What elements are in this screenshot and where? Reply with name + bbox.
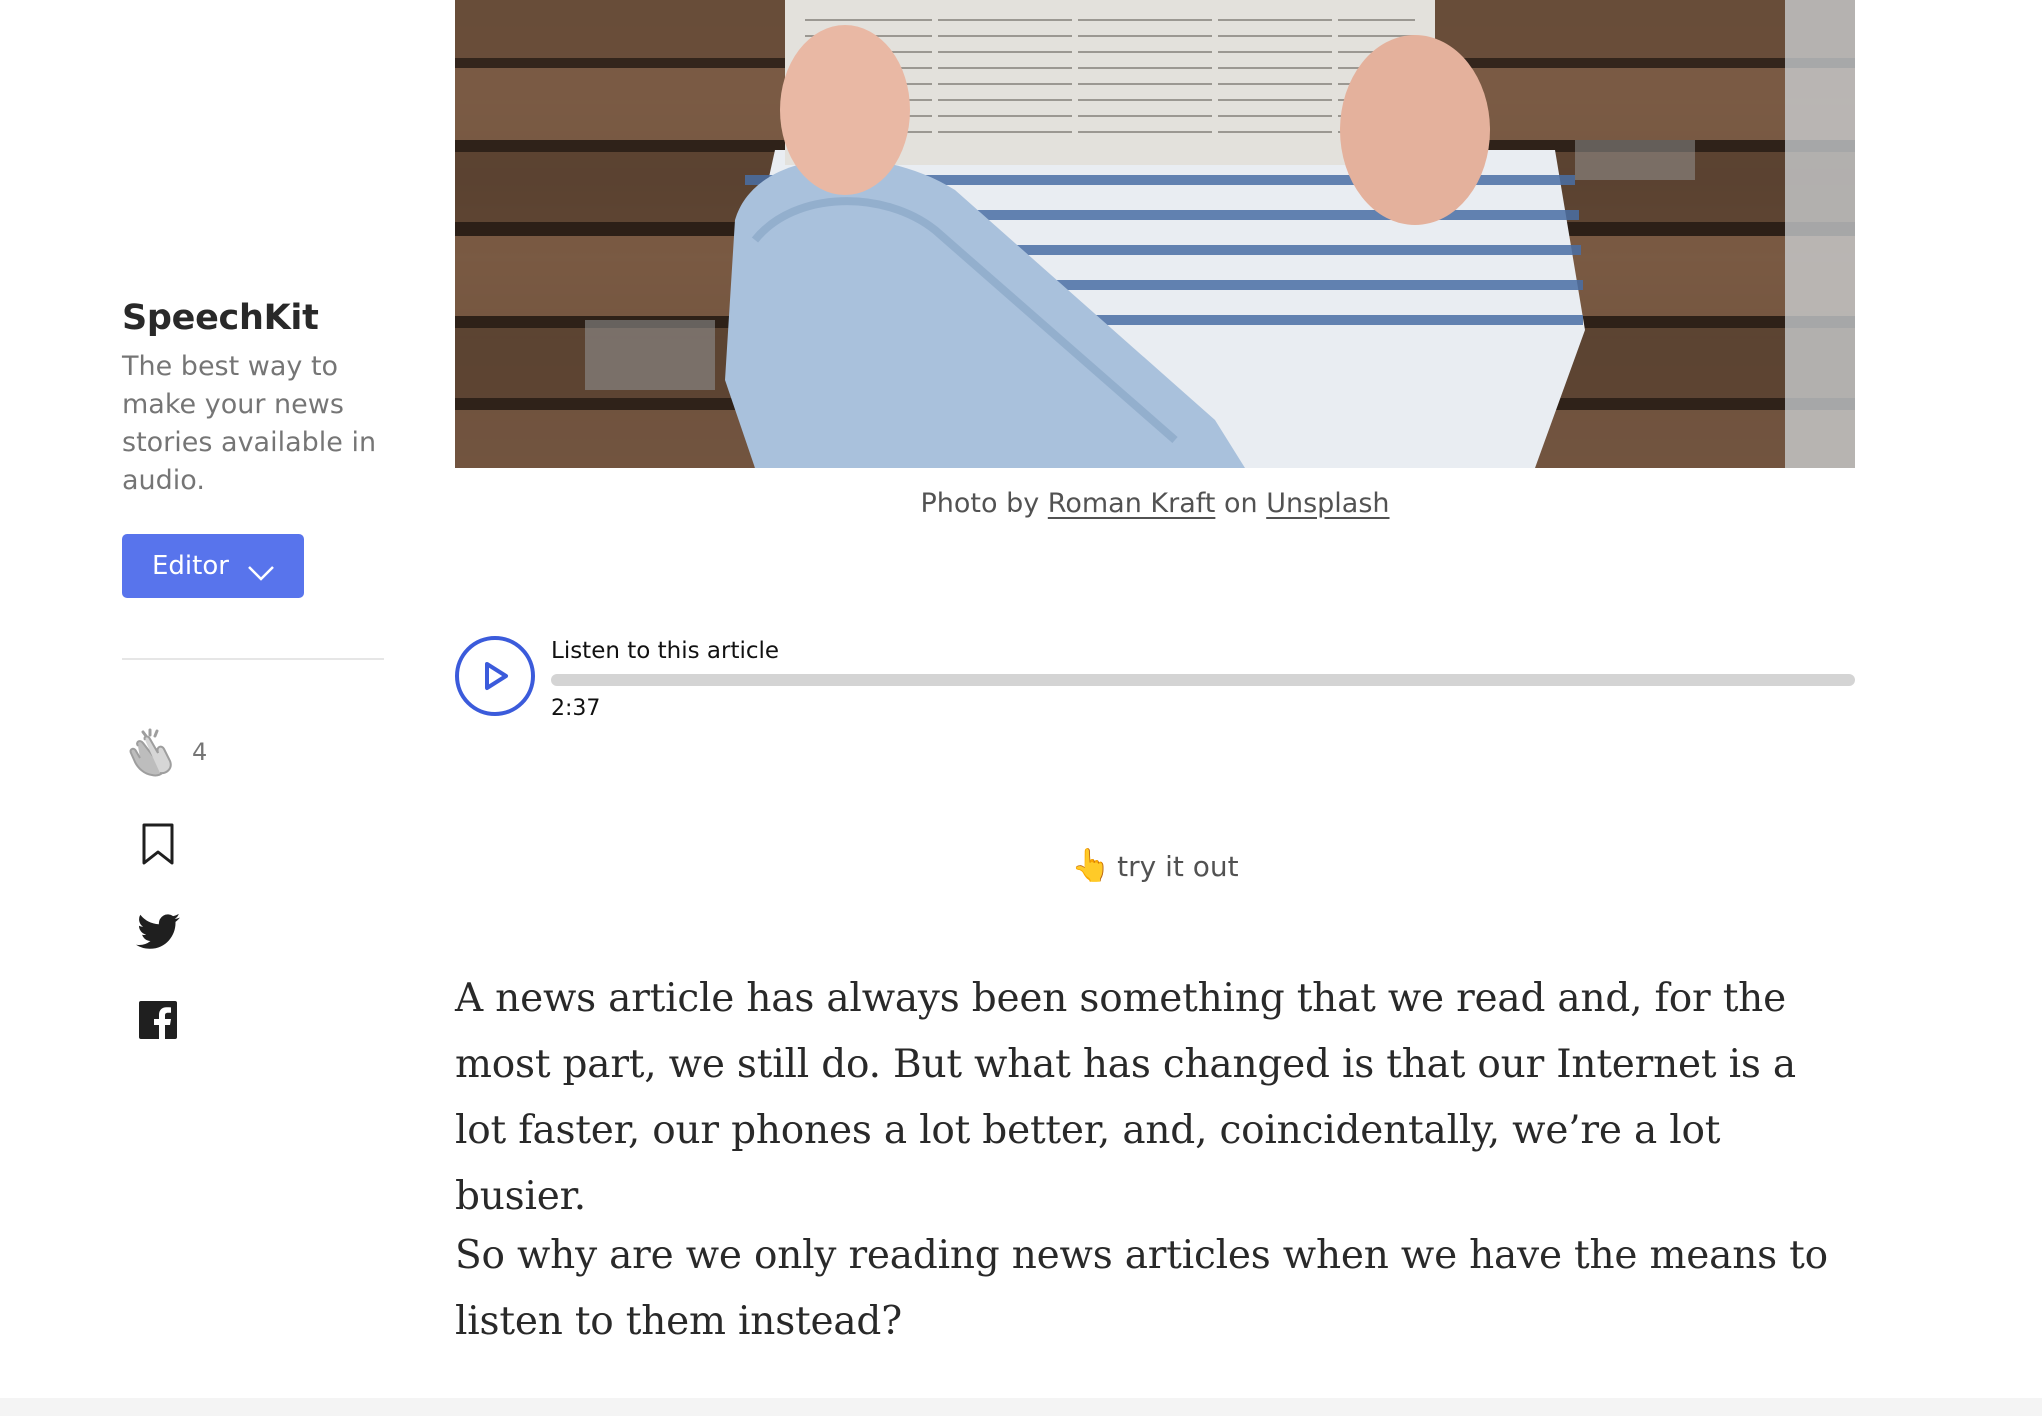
clap-row: 4: [126, 726, 207, 778]
progress-bar[interactable]: [551, 674, 1855, 686]
editor-dropdown-button[interactable]: Editor: [122, 534, 304, 598]
hero-image: [455, 0, 1855, 468]
editor-button-label: Editor: [152, 551, 229, 581]
player-duration: 2:37: [551, 696, 601, 721]
clap-icon[interactable]: [126, 726, 178, 778]
caption-on: on: [1223, 488, 1258, 519]
publication-sidebar: SpeechKit The best way to make your news…: [122, 296, 384, 1039]
bottom-edge: [0, 1398, 2042, 1416]
article-paragraph: So why are we only reading news articles…: [455, 1233, 1828, 1344]
audio-player: Listen to this article 2:37: [455, 636, 1855, 721]
sidebar-divider: [122, 658, 384, 660]
chevron-down-icon: [247, 558, 275, 581]
play-icon: [478, 659, 512, 693]
publication-name[interactable]: SpeechKit: [122, 296, 384, 340]
image-caption: Photo by Roman Kraft on Unsplash: [455, 488, 1855, 519]
clap-count: 4: [192, 738, 208, 766]
publication-description: The best way to make your news stories a…: [122, 351, 377, 496]
caption-prefix: Photo by: [920, 488, 1040, 519]
caption-source-link[interactable]: Unsplash: [1266, 488, 1389, 519]
bookmark-icon[interactable]: [136, 822, 180, 866]
player-title: Listen to this article: [551, 638, 780, 664]
twitter-icon[interactable]: [136, 910, 180, 954]
play-button[interactable]: [455, 636, 535, 716]
pointing-up-icon: 👆: [1071, 846, 1112, 884]
facebook-icon[interactable]: [136, 998, 180, 1042]
caption-author-link[interactable]: Roman Kraft: [1048, 488, 1216, 519]
article-paragraph: A news article has always been something…: [455, 976, 1796, 1219]
try-it-text: try it out: [1117, 850, 1239, 883]
try-it-hint: 👆 try it out: [455, 846, 1855, 884]
